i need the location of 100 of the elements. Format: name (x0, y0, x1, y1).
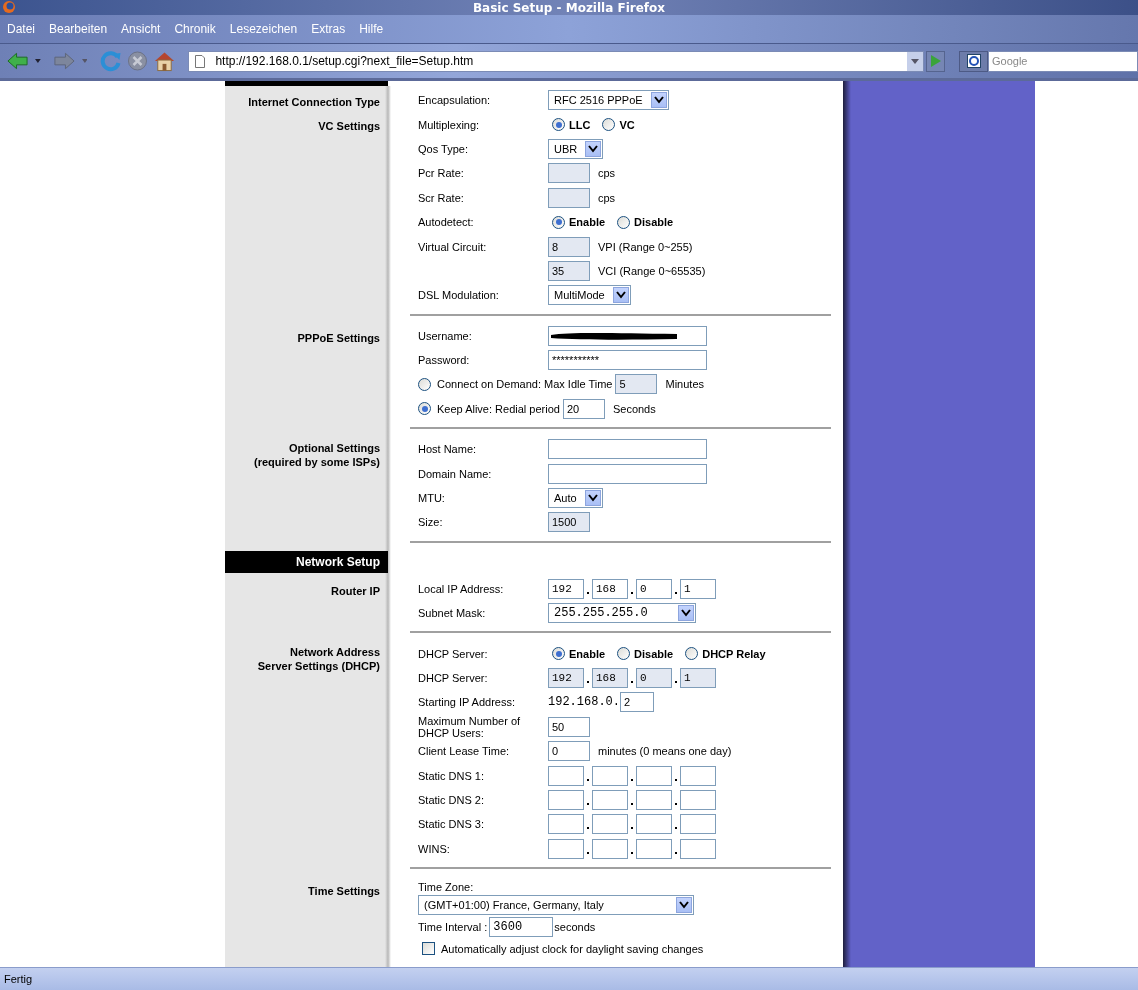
input-field[interactable] (592, 814, 628, 835)
history-dropdown[interactable] (906, 51, 923, 71)
option-label: Connect on Demand: Max Idle Time (437, 378, 613, 391)
option-label: Disable (634, 647, 674, 660)
caret-icon[interactable] (81, 59, 88, 63)
caret-icon (910, 58, 919, 64)
input-field[interactable] (680, 838, 716, 859)
radio-button[interactable] (602, 118, 616, 132)
unit-label: Seconds (612, 402, 656, 415)
back-icon[interactable] (6, 50, 29, 72)
caret-icon (615, 291, 626, 300)
group-heading: PPPoE Settings (297, 330, 380, 345)
dropdown[interactable]: 255.255.255.0 (548, 603, 696, 624)
dropdown[interactable]: UBR (548, 138, 604, 159)
unit-label: Minutes (665, 378, 704, 391)
input-field[interactable] (548, 463, 707, 484)
input-field[interactable] (680, 814, 716, 835)
radio-button[interactable] (552, 118, 565, 132)
input-field[interactable]: 20 (562, 398, 605, 419)
caret-icon (653, 96, 664, 105)
input-field[interactable] (680, 765, 716, 786)
input-field[interactable] (548, 439, 707, 460)
address-bar[interactable]: http://192.168.0.1/setup.cgi?next_file=Setup.htm (188, 50, 924, 72)
search-engine-icon (966, 54, 981, 68)
input-field[interactable] (680, 789, 716, 810)
input-field[interactable] (548, 765, 584, 786)
option-label: Disable (634, 216, 674, 229)
caret-icon[interactable] (35, 59, 41, 63)
input-field[interactable]: 192 (548, 578, 584, 599)
field-label: Domain Name: (418, 467, 492, 480)
radio-button[interactable] (418, 402, 431, 416)
firefox-icon (2, 0, 16, 14)
search-engine-button[interactable] (959, 50, 988, 72)
input-field[interactable] (548, 814, 584, 835)
unit-label: VPI (Range 0~255) (598, 240, 693, 253)
radio-button[interactable] (685, 647, 699, 661)
option-label: Keep Alive: Redial period (437, 402, 560, 415)
field-label: Multiplexing: (418, 118, 480, 131)
field-label: Static DNS 3: (418, 818, 485, 831)
menu-item[interactable]: Datei (2, 20, 40, 38)
menu-item[interactable]: Ansicht (116, 20, 166, 38)
input-field[interactable] (592, 765, 628, 786)
field-label: Time Zone: (418, 880, 475, 893)
url-text: http://192.168.0.1/setup.cgi?next_file=Setup.htm (215, 54, 475, 68)
input-field[interactable]: 0 (636, 578, 672, 599)
group-heading: Internet Connection Type (248, 95, 380, 109)
field-label: Starting IP Address: (418, 696, 516, 709)
field-label: DSL Modulation: (418, 289, 499, 302)
field-label: Client Lease Time: (418, 745, 510, 758)
caret-icon (587, 494, 598, 503)
field-label: Subnet Mask: (418, 607, 486, 620)
input-field[interactable] (636, 765, 672, 786)
ip-prefix: 192.168.0. (548, 695, 620, 710)
field-label: Qos Type: (418, 142, 468, 155)
page-icon (195, 54, 206, 68)
option-label: LLC (569, 118, 591, 131)
play-icon (930, 55, 941, 67)
input-field[interactable]: *********** (548, 350, 707, 371)
field-label: Host Name: (418, 443, 477, 456)
input-field[interactable] (592, 838, 628, 859)
input-field[interactable]: 50 (548, 716, 590, 737)
dropdown[interactable]: Auto (548, 488, 603, 509)
dropdown[interactable]: MultiMode (548, 285, 631, 306)
input-field[interactable]: 1 (680, 578, 716, 599)
unit-label: cps (598, 191, 616, 204)
menu-item[interactable]: Bearbeiten (44, 20, 113, 38)
field-label: Autodetect: (418, 216, 474, 229)
input-field[interactable] (548, 325, 707, 346)
group-heading: VC Settings (318, 119, 380, 134)
caret-icon (680, 609, 691, 618)
input-field[interactable] (592, 789, 628, 810)
radio-button[interactable] (552, 647, 565, 661)
radio-button[interactable] (617, 647, 631, 661)
input-field[interactable]: 0 (548, 741, 590, 762)
field-label: Static DNS 1: (418, 769, 485, 782)
input-field[interactable]: 3600 (489, 917, 554, 938)
forward-icon[interactable] (52, 50, 76, 72)
field-label: Local IP Address: (418, 582, 504, 595)
field-label: Static DNS 2: (418, 793, 485, 806)
input-field[interactable]: 2 (620, 692, 654, 713)
input-field[interactable]: 168 (592, 578, 628, 599)
field-label: Encapsulation: (418, 94, 491, 107)
option-label: Enable (569, 216, 606, 229)
section-header: Network Setup (225, 550, 388, 573)
group-heading: Network Address Server Settings (DHCP) (257, 645, 380, 674)
dropdown[interactable]: RFC 2516 PPPoE (548, 90, 669, 111)
input-field[interactable] (548, 838, 584, 859)
input-field[interactable] (636, 789, 672, 810)
search-field[interactable]: Google (988, 50, 1138, 72)
window-title: Basic Setup - Mozilla Firefox (472, 0, 666, 15)
time-zone-select[interactable]: (GMT+01:00) France, Germany, Italy (418, 894, 694, 915)
stop-icon[interactable] (126, 50, 150, 72)
field-label: Scr Rate: (418, 191, 464, 204)
radio-button[interactable] (617, 215, 631, 229)
radio-button[interactable] (552, 215, 565, 229)
input-field[interactable] (548, 789, 584, 810)
checkbox[interactable] (422, 942, 435, 956)
group-heading: Time Settings (308, 883, 380, 898)
input-field[interactable] (636, 838, 672, 859)
input-field[interactable] (636, 814, 672, 835)
